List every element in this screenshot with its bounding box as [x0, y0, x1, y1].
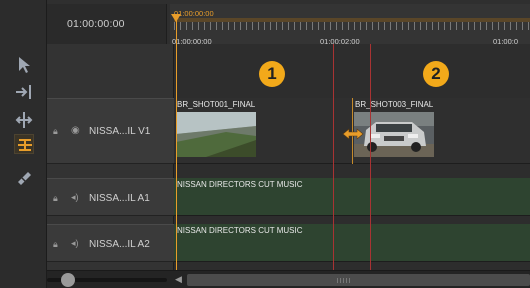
- track-label: NISSA...IL A2: [89, 239, 150, 250]
- tools-panel: [0, 0, 47, 288]
- video-clip[interactable]: BR_SHOT003_FINAL: [352, 98, 530, 162]
- lock-icon[interactable]: 🔒︎: [53, 126, 58, 137]
- clip-thumbnail: [354, 112, 434, 157]
- current-timecode: 01:00:00:00: [67, 18, 125, 30]
- zoom-slider-handle[interactable]: [61, 273, 75, 287]
- rolling-edit-tool-icon[interactable]: [14, 134, 34, 154]
- selection-tool-icon[interactable]: [14, 55, 34, 75]
- razor-tool-icon[interactable]: [14, 168, 34, 188]
- track-select-tool-icon[interactable]: [14, 82, 34, 102]
- audio-lane-a1: NISSAN DIRECTORS CUT MUSIC: [174, 178, 530, 216]
- lock-icon[interactable]: 🔒︎: [53, 239, 58, 250]
- playhead-line[interactable]: [176, 14, 177, 270]
- speaker-icon[interactable]: ◂): [71, 192, 79, 203]
- scroll-left-icon[interactable]: ◀: [175, 274, 185, 286]
- clip-thumbnail: [176, 112, 256, 157]
- track-header-v1[interactable]: 🔒︎ ◉ NISSA...IL V1: [47, 98, 174, 164]
- out-point-line: [370, 44, 371, 270]
- ripple-edit-tool-icon[interactable]: [14, 110, 34, 130]
- lock-icon[interactable]: 🔒︎: [53, 193, 58, 204]
- track-label: NISSA...IL A1: [89, 193, 150, 204]
- track-label: NISSA...IL V1: [89, 126, 151, 137]
- time-ruler[interactable]: 01:00:00:00 01:00:00:00 01:00:02:00 01:0…: [170, 4, 530, 46]
- rolling-edit-cursor-icon: [342, 127, 364, 140]
- clip-name: NISSAN DIRECTORS CUT MUSIC: [177, 180, 303, 189]
- video-clip[interactable]: BR_SHOT001_FINAL: [174, 98, 352, 162]
- clip-name: BR_SHOT001_FINAL: [177, 100, 256, 109]
- callout-badge: 1: [259, 61, 285, 87]
- track-header-a1[interactable]: 🔒︎ ◂) NISSA...IL A1: [47, 178, 174, 216]
- timecode-display[interactable]: 01:00:00:00: [47, 4, 167, 44]
- eye-icon[interactable]: ◉: [71, 125, 80, 136]
- playhead-handle[interactable]: [171, 14, 181, 22]
- timeline-scrollbar[interactable]: ◀: [47, 270, 530, 288]
- speaker-icon[interactable]: ◂): [71, 238, 79, 249]
- clip-name: BR_SHOT003_FINAL: [355, 100, 434, 109]
- audio-clip[interactable]: NISSAN DIRECTORS CUT MUSIC: [174, 178, 530, 215]
- clip-name: NISSAN DIRECTORS CUT MUSIC: [177, 226, 303, 235]
- callout-badge: 2: [423, 61, 449, 87]
- grip-icon: [337, 278, 351, 283]
- scrollbar-thumb[interactable]: [187, 274, 530, 286]
- audio-clip[interactable]: NISSAN DIRECTORS CUT MUSIC: [174, 224, 530, 261]
- premiere-timeline: 01:00:00:00 01:00:00:00 01:00:00:00 01:0…: [0, 0, 530, 288]
- track-header-a2[interactable]: 🔒︎ ◂) NISSA...IL A2: [47, 224, 174, 262]
- ruler-ticks: [174, 22, 530, 30]
- audio-lane-a2: NISSAN DIRECTORS CUT MUSIC: [174, 224, 530, 262]
- in-point-line: [333, 44, 334, 270]
